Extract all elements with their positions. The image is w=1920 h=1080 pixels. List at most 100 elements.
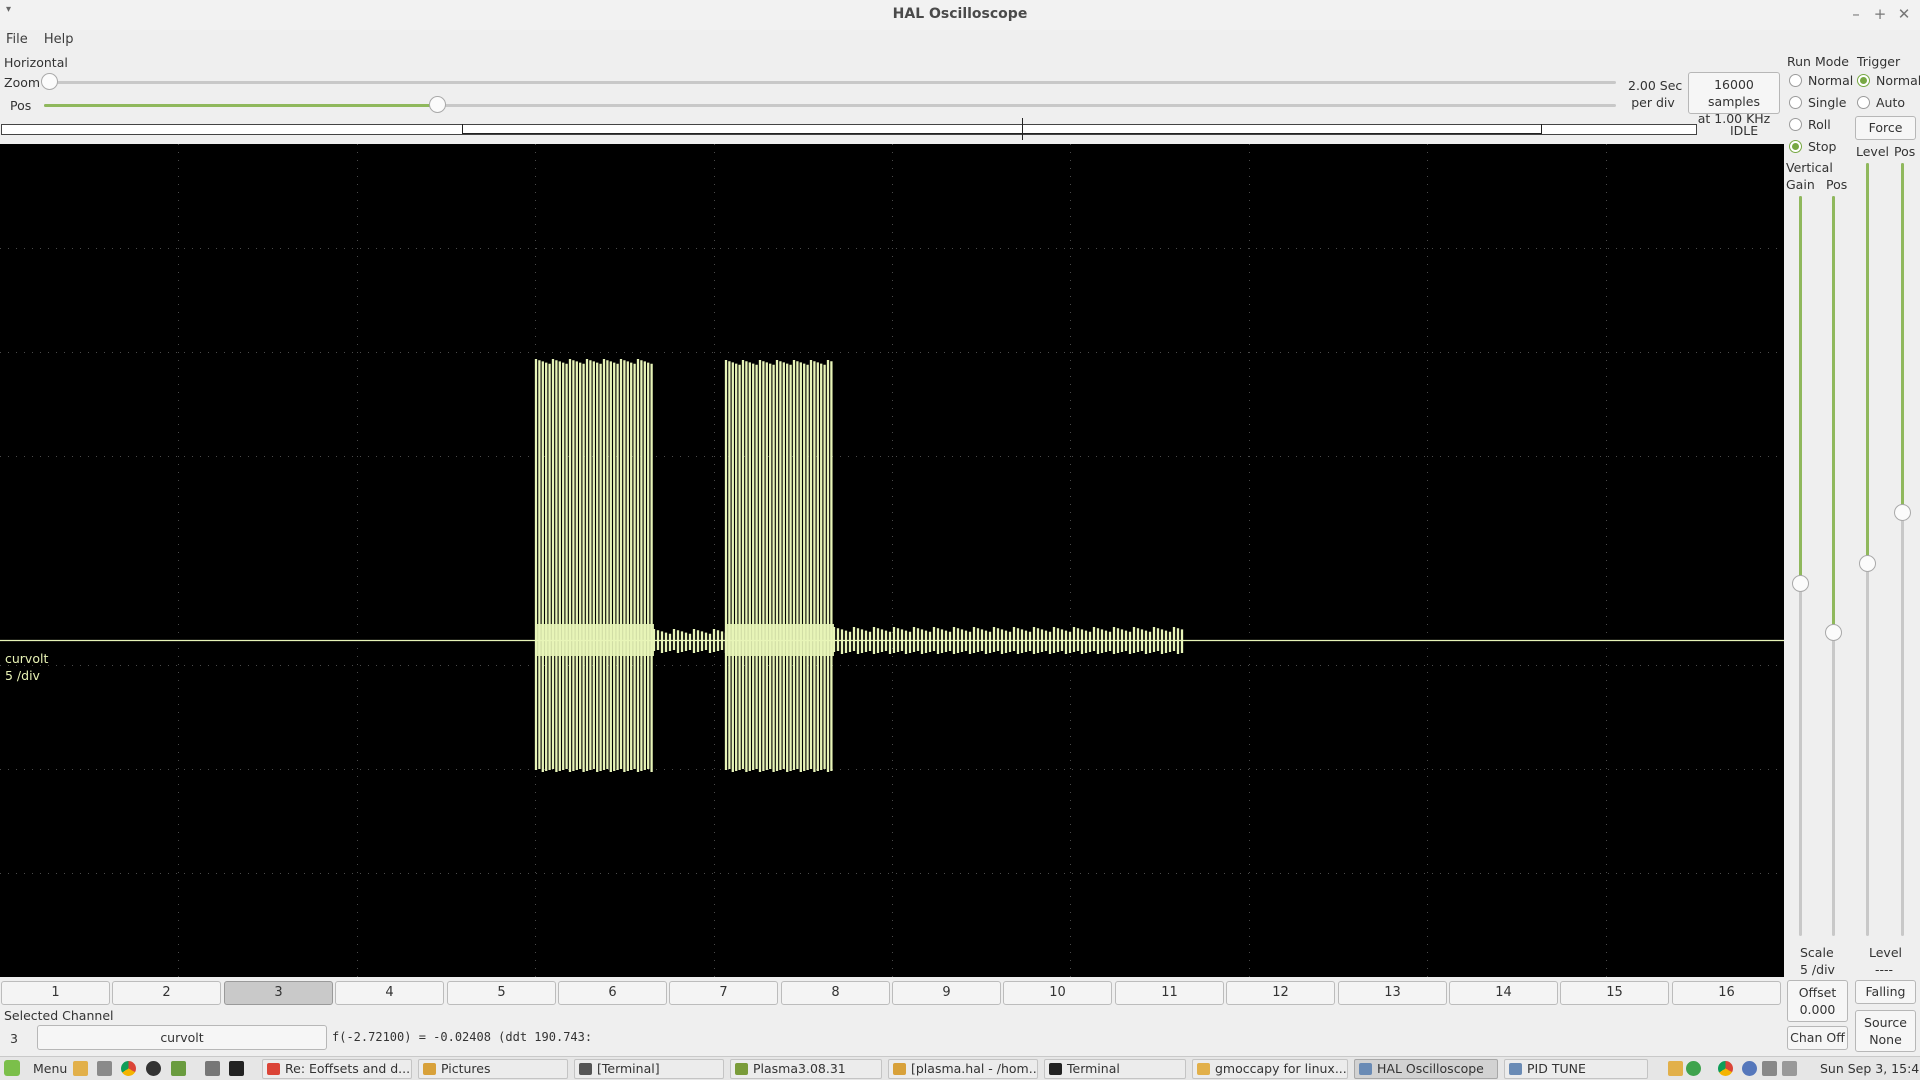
falling-button[interactable]: Falling	[1855, 980, 1916, 1004]
files-launcher-icon[interactable]	[73, 1061, 88, 1076]
taskbar-task[interactable]: Terminal	[1044, 1059, 1186, 1079]
run-mode-normal-radio[interactable]	[1789, 74, 1802, 87]
channel-button-7[interactable]: 7	[669, 981, 778, 1005]
channel-button-10[interactable]: 10	[1003, 981, 1112, 1005]
zoom-label: Zoom	[4, 75, 41, 90]
task-app-icon	[579, 1063, 592, 1075]
menu-file[interactable]: File	[0, 30, 34, 49]
gain-slider-handle[interactable]	[1792, 575, 1809, 592]
terminal-icon[interactable]	[229, 1061, 244, 1076]
scope-display[interactable]: curvolt 5 /div	[0, 144, 1784, 977]
run-mode-roll-label[interactable]: Roll	[1808, 117, 1831, 132]
tray-shield-icon[interactable]	[1742, 1061, 1757, 1076]
taskbar-task[interactable]: [plasma.hal - /hom...	[888, 1059, 1038, 1079]
channel-button-5[interactable]: 5	[447, 981, 556, 1005]
task-app-icon	[1049, 1063, 1062, 1075]
minimize-button[interactable]: –	[1846, 5, 1866, 23]
tray-files-icon[interactable]	[1668, 1061, 1683, 1076]
channel-button-3[interactable]: 3	[224, 981, 333, 1005]
taskbar-task[interactable]: [Terminal]	[574, 1059, 724, 1079]
task-label: Re: Eoffsets and d...	[285, 1061, 411, 1076]
task-label: Pictures	[441, 1061, 491, 1076]
task-app-icon	[1509, 1063, 1522, 1075]
gain-slider-fill	[1799, 196, 1802, 584]
source-value: None	[1869, 1032, 1902, 1047]
scope-canvas	[0, 144, 1784, 977]
zoom-slider-track[interactable]	[50, 81, 1616, 84]
task-label: HAL Oscilloscope	[1377, 1061, 1484, 1076]
trigger-normal-label[interactable]: Normal	[1876, 73, 1920, 88]
network-icon[interactable]	[1782, 1061, 1797, 1076]
trigger-auto-radio[interactable]	[1857, 96, 1870, 109]
channel-button-6[interactable]: 6	[558, 981, 667, 1005]
tray-update-icon[interactable]	[1686, 1061, 1701, 1076]
chan-off-button[interactable]: Chan Off	[1787, 1026, 1848, 1050]
vertical-title: Vertical	[1786, 160, 1833, 175]
close-button[interactable]: ✕	[1894, 5, 1914, 23]
run-mode-stop-radio[interactable]	[1789, 140, 1802, 153]
task-label: [Terminal]	[597, 1061, 660, 1076]
tools-launcher-icon[interactable]	[97, 1061, 112, 1076]
channel-button-9[interactable]: 9	[892, 981, 1001, 1005]
taskbar-task[interactable]: PID TUNE	[1504, 1059, 1648, 1079]
force-button[interactable]: Force	[1855, 116, 1916, 140]
source-label: Source	[1864, 1015, 1907, 1030]
scale-label: Scale	[1800, 945, 1834, 960]
trigger-normal-radio[interactable]	[1857, 74, 1870, 87]
run-mode-roll-radio[interactable]	[1789, 118, 1802, 131]
menu-bar: File Help	[0, 30, 1920, 52]
trigger-pos-handle[interactable]	[1894, 504, 1911, 521]
taskbar-task[interactable]: Re: Eoffsets and d...	[262, 1059, 412, 1079]
mint-menu-icon[interactable]	[4, 1060, 20, 1076]
samples-line1: 16000 samples	[1708, 77, 1760, 109]
source-button[interactable]: Source None	[1855, 1010, 1916, 1052]
channel-button-13[interactable]: 13	[1338, 981, 1447, 1005]
samples-button[interactable]: 16000 samples at 1.00 KHz	[1688, 72, 1780, 126]
taskbar-task[interactable]: Pictures	[418, 1059, 568, 1079]
vpos-slider-handle[interactable]	[1825, 624, 1842, 641]
trigger-pos-label: Pos	[1894, 144, 1916, 159]
offset-button[interactable]: Offset 0.000	[1787, 980, 1848, 1022]
taskbar-task[interactable]: HAL Oscilloscope	[1354, 1059, 1498, 1079]
trigger-level-value: ----	[1875, 962, 1894, 977]
zoom-slider-handle[interactable]	[41, 73, 58, 90]
tray-chrome-icon[interactable]	[1718, 1061, 1733, 1076]
channel-button-12[interactable]: 12	[1226, 981, 1335, 1005]
trace-burst-1-strokes	[534, 359, 653, 772]
volume-icon[interactable]	[1762, 1061, 1777, 1076]
run-mode-normal-label[interactable]: Normal	[1808, 73, 1853, 88]
chrome-launcher-icon[interactable]	[121, 1061, 136, 1076]
channel-button-16[interactable]: 16	[1672, 981, 1781, 1005]
trigger-level-value-label: Level	[1869, 945, 1902, 960]
channel-button-14[interactable]: 14	[1449, 981, 1558, 1005]
terminal-launcher-icon[interactable]	[171, 1061, 186, 1076]
trace-burst-1	[534, 359, 653, 772]
taskbar-task[interactable]: Plasma3.08.31	[730, 1059, 882, 1079]
trigger-auto-label[interactable]: Auto	[1876, 95, 1905, 110]
show-desktop-icon[interactable]	[205, 1061, 220, 1076]
menu-help[interactable]: Help	[38, 30, 80, 49]
selected-channel-name-button[interactable]: curvolt	[37, 1025, 327, 1050]
maximize-button[interactable]: +	[1870, 5, 1890, 23]
trigger-level-handle[interactable]	[1859, 555, 1876, 572]
channel-button-8[interactable]: 8	[781, 981, 890, 1005]
channel-button-1[interactable]: 1	[1, 981, 110, 1005]
offset-label: Offset	[1798, 985, 1837, 1000]
clock[interactable]: Sun Sep 3, 15:48	[1820, 1061, 1920, 1076]
run-mode-single-radio[interactable]	[1789, 96, 1802, 109]
scale-value: 5 /div	[1800, 962, 1835, 977]
task-label: gmoccapy for linux...	[1215, 1061, 1347, 1076]
run-mode-stop-label[interactable]: Stop	[1808, 139, 1836, 154]
channel-button-2[interactable]: 2	[112, 981, 221, 1005]
taskbar-menu-label[interactable]: Menu	[33, 1061, 67, 1076]
run-mode-single-label[interactable]: Single	[1808, 95, 1846, 110]
media-launcher-icon[interactable]	[146, 1061, 161, 1076]
pos-slider-handle[interactable]	[429, 96, 446, 113]
selected-channel-label: Selected Channel	[4, 1008, 114, 1023]
channel-button-15[interactable]: 15	[1560, 981, 1669, 1005]
taskbar-task[interactable]: gmoccapy for linux...	[1192, 1059, 1348, 1079]
trigger-title: Trigger	[1857, 54, 1901, 69]
channel-button-11[interactable]: 11	[1115, 981, 1224, 1005]
horizontal-label: Horizontal	[4, 55, 68, 70]
channel-button-4[interactable]: 4	[335, 981, 444, 1005]
